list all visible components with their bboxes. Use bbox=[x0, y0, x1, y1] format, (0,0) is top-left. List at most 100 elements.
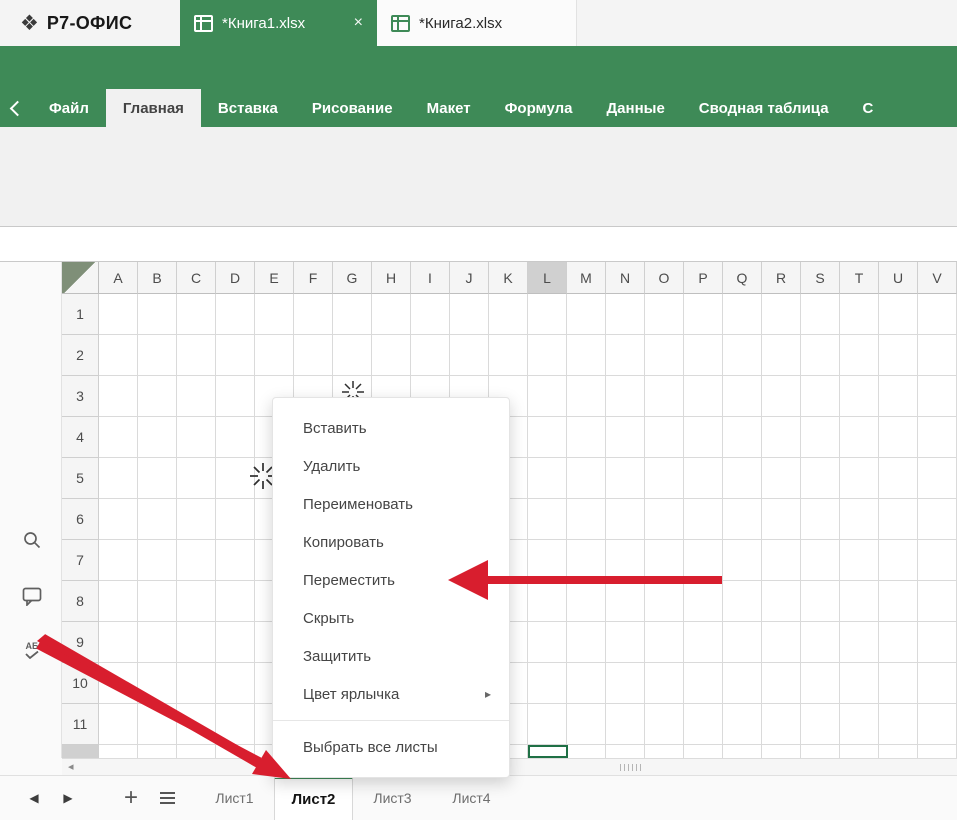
menu-item[interactable]: Удалить bbox=[273, 447, 509, 485]
menu-item-label: Цвет ярлычка bbox=[303, 686, 399, 703]
sheet-tabs: Лист1Лист2Лист3Лист4 bbox=[195, 776, 511, 820]
column-header-H[interactable]: H bbox=[372, 262, 411, 294]
row-header-12[interactable] bbox=[62, 745, 99, 758]
ribbon-tab-bar: ФайлГлавнаяВставкаРисованиеМакетФормулаД… bbox=[0, 89, 957, 127]
app-logo[interactable]: ❖ Р7-ОФИС bbox=[20, 0, 132, 46]
spellcheck-icon[interactable]: АБ bbox=[20, 638, 44, 662]
ribbon-tab-С[interactable]: С bbox=[846, 89, 891, 127]
ribbon-tab-Файл[interactable]: Файл bbox=[32, 89, 106, 127]
row-header-5[interactable]: 5 bbox=[62, 458, 99, 499]
menu-item-label: Выбрать все листы bbox=[303, 739, 438, 756]
column-header-S[interactable]: S bbox=[801, 262, 840, 294]
row-headers: 1234567891011 bbox=[62, 294, 99, 758]
column-header-M[interactable]: M bbox=[567, 262, 606, 294]
document-tab-label: *Книга1.xlsx bbox=[222, 15, 305, 32]
sheet-tab-Лист1[interactable]: Лист1 bbox=[195, 776, 274, 820]
column-header-G[interactable]: G bbox=[333, 262, 372, 294]
row-header-11[interactable]: 11 bbox=[62, 704, 99, 745]
sheet-tab-Лист2[interactable]: Лист2 bbox=[274, 776, 353, 820]
menu-item[interactable]: Копировать bbox=[273, 523, 509, 561]
column-header-I[interactable]: I bbox=[411, 262, 450, 294]
prev-icon: ◀ bbox=[29, 791, 38, 805]
menu-item[interactable]: Защитить bbox=[273, 637, 509, 675]
scroll-left-icon[interactable]: ◂ bbox=[68, 760, 74, 773]
menu-item[interactable]: Цвет ярлычка ▸ bbox=[273, 675, 509, 713]
comments-icon[interactable] bbox=[20, 584, 44, 608]
document-tab-label: *Книга2.xlsx bbox=[419, 15, 502, 32]
ribbon-tab-Сводная таблица[interactable]: Сводная таблица bbox=[682, 89, 846, 127]
column-header-T[interactable]: T bbox=[840, 262, 879, 294]
spreadsheet-app: ❖ Р7-ОФИС *Книга1.xlsx × *Книга2.xlsx ↶ ↷ … bbox=[0, 0, 957, 820]
column-header-K[interactable]: K bbox=[489, 262, 528, 294]
ribbon-tab-Главная[interactable]: Главная bbox=[106, 89, 201, 127]
spreadsheet-file-icon bbox=[194, 15, 213, 32]
column-header-Q[interactable]: Q bbox=[723, 262, 762, 294]
column-header-C[interactable]: C bbox=[177, 262, 216, 294]
ribbon-tab-Формула[interactable]: Формула bbox=[488, 89, 590, 127]
menu-item-label: Переместить bbox=[303, 572, 395, 589]
document-tab-bar: ❖ Р7-ОФИС *Книга1.xlsx × *Книга2.xlsx bbox=[0, 0, 957, 46]
row-header-6[interactable]: 6 bbox=[62, 499, 99, 540]
column-header-R[interactable]: R bbox=[762, 262, 801, 294]
search-icon[interactable] bbox=[20, 528, 44, 552]
spreadsheet-file-icon bbox=[391, 15, 410, 32]
list-icon bbox=[160, 792, 175, 804]
row-header-9[interactable]: 9 bbox=[62, 622, 99, 663]
next-icon: ▶ bbox=[63, 791, 72, 805]
row-header-1[interactable]: 1 bbox=[62, 294, 99, 335]
cells-area[interactable] bbox=[99, 294, 957, 758]
formula-bar: L12 ˅ fx bbox=[0, 227, 957, 262]
document-tab-1[interactable]: *Книга1.xlsx × bbox=[180, 0, 377, 46]
column-header-L[interactable]: L bbox=[528, 262, 567, 294]
submenu-arrow-icon: ▸ bbox=[485, 687, 491, 701]
row-header-4[interactable]: 4 bbox=[62, 417, 99, 458]
menu-item-label: Удалить bbox=[303, 458, 360, 475]
column-header-O[interactable]: O bbox=[645, 262, 684, 294]
sheet-list-button[interactable] bbox=[154, 776, 180, 820]
menu-item[interactable]: Выбрать все листы bbox=[273, 728, 509, 766]
r7-logo-icon: ❖ bbox=[20, 13, 39, 34]
column-headers: ABCDEFGHIJKLMNOPQRSTUV bbox=[99, 262, 957, 294]
menu-item[interactable]: Переместить bbox=[273, 561, 509, 599]
scrollbar-grip[interactable] bbox=[620, 764, 641, 771]
close-tab-icon[interactable]: × bbox=[354, 14, 363, 32]
menu-item[interactable]: Вставить bbox=[273, 409, 509, 447]
prev-sheet-button[interactable]: ◀ bbox=[24, 776, 44, 820]
row-header-10[interactable]: 10 bbox=[62, 663, 99, 704]
ribbon-tab-Рисование[interactable]: Рисование bbox=[295, 89, 410, 127]
column-header-V[interactable]: V bbox=[918, 262, 957, 294]
sheet-tab-Лист3[interactable]: Лист3 bbox=[353, 776, 432, 820]
column-header-A[interactable]: A bbox=[99, 262, 138, 294]
add-sheet-button[interactable]: + bbox=[118, 776, 144, 820]
menu-item[interactable]: Переименовать bbox=[273, 485, 509, 523]
selected-cell[interactable] bbox=[528, 745, 568, 758]
sheet-tab-Лист4[interactable]: Лист4 bbox=[432, 776, 511, 820]
column-header-E[interactable]: E bbox=[255, 262, 294, 294]
top-toolbar: ↶ ↷ Автосохранение Книга1.xlsx bbox=[0, 46, 957, 89]
menu-item[interactable]: Скрыть bbox=[273, 599, 509, 637]
menu-item-label: Вставить bbox=[303, 420, 367, 437]
column-header-N[interactable]: N bbox=[606, 262, 645, 294]
column-header-P[interactable]: P bbox=[684, 262, 723, 294]
select-all-corner[interactable] bbox=[62, 262, 99, 294]
column-header-F[interactable]: F bbox=[294, 262, 333, 294]
column-header-B[interactable]: B bbox=[138, 262, 177, 294]
document-tab-2[interactable]: *Книга2.xlsx bbox=[377, 0, 577, 46]
column-header-D[interactable]: D bbox=[216, 262, 255, 294]
row-header-3[interactable]: 3 bbox=[62, 376, 99, 417]
row-header-8[interactable]: 8 bbox=[62, 581, 99, 622]
ribbon-tab-Макет[interactable]: Макет bbox=[410, 89, 488, 127]
app-logo-text: Р7-ОФИС bbox=[47, 13, 132, 34]
ribbon-tab-Вставка[interactable]: Вставка bbox=[201, 89, 295, 127]
menu-separator bbox=[273, 720, 509, 721]
sheet-tab-bar: ◀ ▶ + Лист1Лист2Лист3Лист4 bbox=[0, 775, 957, 820]
row-header-7[interactable]: 7 bbox=[62, 540, 99, 581]
next-sheet-button[interactable]: ▶ bbox=[58, 776, 78, 820]
scrollbar-corner bbox=[0, 758, 62, 775]
column-header-U[interactable]: U bbox=[879, 262, 918, 294]
sheet-context-menu: Вставить Удалить ПереименоватьКопировать Пе… bbox=[272, 397, 510, 778]
ribbon-tab-Данные[interactable]: Данные bbox=[589, 89, 681, 127]
left-panel: АБ bbox=[0, 262, 62, 758]
column-header-J[interactable]: J bbox=[450, 262, 489, 294]
row-header-2[interactable]: 2 bbox=[62, 335, 99, 376]
